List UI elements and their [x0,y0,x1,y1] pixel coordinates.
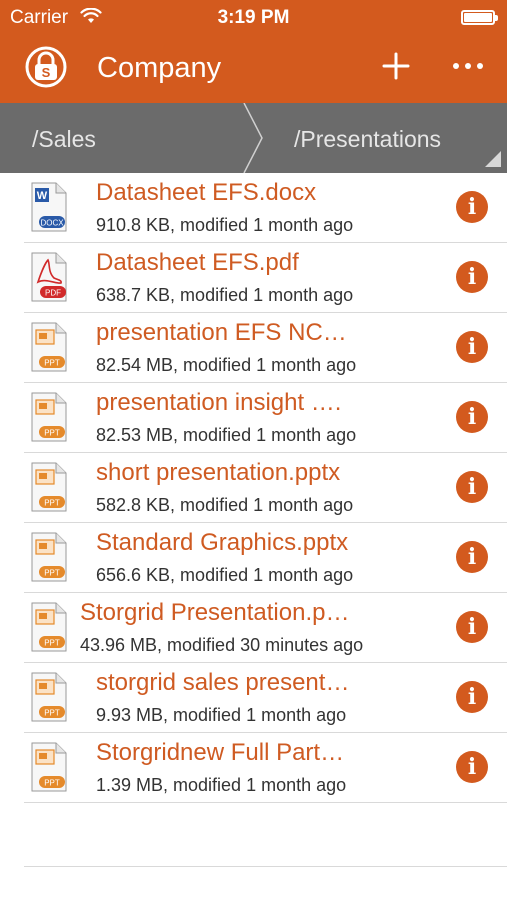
file-row[interactable]: PPT Standard Graphics.pptx 656.6 KB, modif… [24,523,507,593]
more-dots-icon[interactable] [450,60,486,72]
info-glyph: i [467,474,477,500]
info-icon[interactable]: i [456,471,488,503]
info-glyph: i [467,194,477,220]
file-name: Datasheet EFS.pdf [96,249,299,276]
file-type-badge: DOCX [40,219,64,228]
file-row[interactable]: PPT Storgrid Presentation.p… 43.96 MB, mod… [24,593,507,663]
file-row[interactable]: PPT Storgridnew Full Part… 1.39 MB, modifi… [24,733,507,803]
info-glyph: i [467,334,477,360]
battery-icon [461,10,498,25]
ppt-file-icon: PPT [31,462,67,512]
file-meta: 582.8 KB, modified 1 month ago [96,495,354,515]
ppt-file-icon: PPT [31,672,67,722]
file-row[interactable]: PPT presentation EFS NC… 82.54 MB, modifie… [24,313,507,383]
file-meta: 638.7 KB, modified 1 month ago [96,285,354,305]
info-glyph: i [467,684,477,710]
info-icon[interactable]: i [456,541,488,573]
info-icon[interactable]: i [456,401,488,433]
plus-icon[interactable] [380,50,412,82]
file-name: storgrid sales present… [96,669,350,696]
ppt-file-icon: PPT [31,392,67,442]
info-icon[interactable]: i [456,331,488,363]
info-glyph: i [467,544,477,570]
file-row[interactable]: PPT storgrid sales present… 9.93 MB, modif… [24,663,507,733]
breadcrumb-presentations[interactable]: /Presentations [294,126,441,153]
file-list: W DOCX Datasheet EFS.docx 910.8 KB, modifie… [0,173,507,803]
ppt-file-icon: PPT [31,322,67,372]
file-meta: 82.54 MB, modified 1 month ago [96,355,357,375]
file-name: Datasheet EFS.docx [96,179,317,206]
page-title: Company [97,52,222,84]
file-type-badge: PPT [44,499,60,508]
info-glyph: i [467,264,477,290]
file-row[interactable]: PDF Datasheet EFS.pdf 638.7 KB, modified 1… [24,243,507,313]
file-type-badge: PPT [44,429,60,438]
file-meta: 9.93 MB, modified 1 month ago [96,705,347,725]
file-type-badge: PPT [44,779,60,788]
file-row[interactable]: PPT short presentation.pptx 582.8 KB, modi… [24,453,507,523]
file-row[interactable]: W DOCX Datasheet EFS.docx 910.8 KB, modifie… [24,173,507,243]
info-icon[interactable]: i [456,751,488,783]
file-name: Standard Graphics.pptx [96,529,349,556]
svg-text:W: W [37,190,48,202]
ppt-file-icon: PPT [31,742,67,792]
clock: 3:19 PM [217,7,290,28]
file-name: presentation insight …. [96,389,342,416]
file-name: Storgridnew Full Part… [96,739,345,766]
info-glyph: i [467,754,477,780]
lock-logo-icon: S [25,46,67,88]
breadcrumb-sales[interactable]: /Sales [32,126,96,153]
file-name: short presentation.pptx [96,459,341,486]
docx-file-icon: W DOCX [31,182,67,232]
file-meta: 43.96 MB, modified 30 minutes ago [80,635,364,655]
status-bar: Carrier 3:19 PM [0,0,507,36]
file-name: presentation EFS NC… [96,319,347,346]
file-type-badge: PDF [45,289,61,298]
file-type-badge: PPT [44,569,60,578]
file-type-badge: PPT [44,639,60,648]
breadcrumb: /Sales /Presentations [0,103,507,173]
svg-text:S: S [42,65,51,80]
info-icon[interactable]: i [456,191,488,223]
file-meta: 82.53 MB, modified 1 month ago [96,425,357,445]
breadcrumb-separator-icon [243,103,263,173]
info-icon[interactable]: i [456,681,488,713]
corner-triangle-icon [485,151,501,167]
file-row[interactable]: PPT presentation insight …. 82.53 MB, modi… [24,383,507,453]
info-icon[interactable]: i [456,261,488,293]
info-glyph: i [467,614,477,640]
file-meta: 1.39 MB, modified 1 month ago [96,775,347,795]
nav-bar: S Company [0,36,507,103]
file-meta: 910.8 KB, modified 1 month ago [96,215,354,235]
pdf-file-icon: PDF [31,252,67,302]
list-bottom-divider [24,866,507,867]
info-glyph: i [467,404,477,430]
file-name: Storgrid Presentation.p… [80,599,350,626]
file-meta: 656.6 KB, modified 1 month ago [96,565,354,585]
file-type-badge: PPT [44,359,60,368]
ppt-file-icon: PPT [31,602,67,652]
info-icon[interactable]: i [456,611,488,643]
file-type-badge: PPT [44,709,60,718]
ppt-file-icon: PPT [31,532,67,582]
